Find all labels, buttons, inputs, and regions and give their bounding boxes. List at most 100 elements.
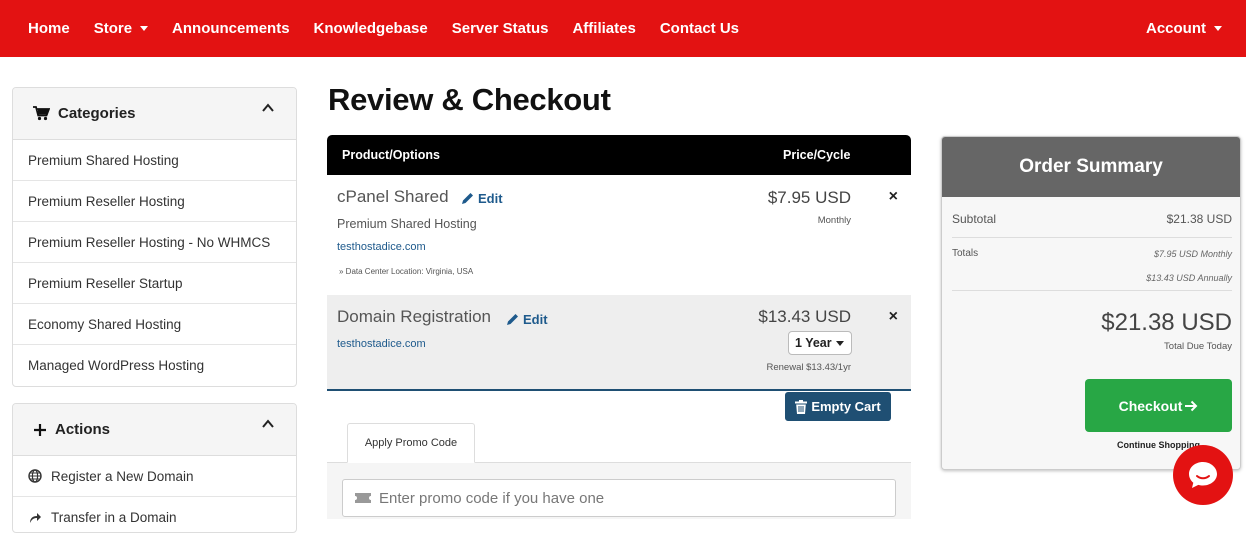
actions-panel: Actions Register a New Domain Transfer i…: [12, 403, 297, 533]
pencil-icon: [462, 193, 473, 204]
nav-account[interactable]: Account: [1146, 20, 1222, 37]
total-due-amount: $21.38 USD: [1101, 309, 1232, 336]
edit-label: Edit: [523, 312, 548, 327]
sidebar-item-label: Premium Shared Hosting: [28, 152, 179, 168]
nav-affiliates[interactable]: Affiliates: [572, 20, 635, 37]
sidebar-item-premium-reseller-hosting[interactable]: Premium Reseller Hosting: [13, 181, 296, 222]
checkout-button[interactable]: Checkout: [1085, 379, 1232, 432]
top-navbar: Home Store Announcements Knowledgebase S…: [0, 0, 1246, 57]
summary-divider: [952, 237, 1232, 238]
product-name: cPanel Shared: [337, 187, 449, 206]
cart-item-row: Domain Registration Edit testhostadice.c…: [327, 295, 911, 391]
nav-store-label: Store: [93, 20, 133, 37]
sidebar-item-transfer-domain[interactable]: Transfer in a Domain: [13, 497, 296, 532]
nav-announcements-label: Announcements: [172, 20, 290, 37]
nav-knowledgebase[interactable]: Knowledgebase: [314, 20, 428, 37]
header-product-options: Product/Options: [342, 148, 440, 162]
sidebar-item-label: Managed WordPress Hosting: [28, 358, 205, 373]
chevron-down-icon: [1214, 26, 1222, 31]
totals-monthly: $7.95 USD Monthly: [1153, 249, 1232, 259]
categories-panel-header[interactable]: Categories: [13, 88, 296, 140]
nav-account-label: Account: [1146, 20, 1206, 37]
ticket-icon: [355, 493, 371, 503]
nav-server-status-label: Server Status: [451, 20, 549, 37]
nav-server-status[interactable]: Server Status: [452, 20, 549, 37]
edit-button[interactable]: Edit: [461, 191, 503, 206]
nav-links: Home Store Announcements Knowledgebase S…: [0, 20, 763, 37]
empty-cart-label: Empty Cart: [811, 399, 881, 414]
pencil-icon: [507, 314, 518, 325]
sidebar-item-premium-reseller-startup[interactable]: Premium Reseller Startup: [13, 263, 296, 304]
sidebar-item-managed-wordpress-hosting[interactable]: Managed WordPress Hosting: [13, 345, 296, 386]
edit-button[interactable]: Edit: [506, 312, 548, 327]
summary-divider: [952, 290, 1232, 291]
tab-apply-promo-code[interactable]: Apply Promo Code: [347, 423, 475, 463]
subtotal-value: $21.38 USD: [1166, 212, 1232, 226]
page-title: Review & Checkout: [328, 82, 611, 117]
order-summary-body: Subtotal $21.38 USD Totals $7.95 USD Mon…: [942, 197, 1240, 469]
remove-item-button[interactable]: ×: [889, 308, 898, 326]
chat-widget-button[interactable]: [1173, 445, 1233, 505]
nav-account-area: Account: [1146, 0, 1222, 57]
edit-label: Edit: [478, 191, 503, 206]
product-price: $13.43 USD: [758, 307, 851, 326]
promo-code-input[interactable]: Enter promo code if you have one: [342, 479, 896, 517]
nav-contact-label: Contact Us: [659, 20, 740, 37]
product-name: Domain Registration: [337, 307, 492, 326]
order-summary: Order Summary Subtotal $21.38 USD Totals…: [941, 136, 1241, 470]
nav-store[interactable]: Store: [93, 20, 149, 37]
product-domain: testhostadice.com: [337, 338, 426, 350]
nav-contact-us[interactable]: Contact Us: [660, 20, 739, 37]
product-group: Premium Shared Hosting: [337, 217, 477, 231]
sidebar-item-premium-shared-hosting[interactable]: Premium Shared Hosting: [13, 140, 296, 181]
categories-title: Categories: [58, 105, 136, 122]
product-config-note: » Data Center Location: Virginia, USA: [339, 267, 474, 276]
sidebar-item-economy-shared-hosting[interactable]: Economy Shared Hosting: [13, 304, 296, 345]
empty-cart-button[interactable]: Empty Cart: [785, 392, 891, 421]
promo-code-placeholder: Enter promo code if you have one: [379, 489, 605, 507]
chevron-up-icon[interactable]: [262, 102, 274, 114]
actions-panel-header[interactable]: Actions: [13, 404, 296, 456]
plus-icon: [34, 423, 46, 436]
sidebar-item-label: Premium Reseller Hosting: [28, 193, 185, 209]
product-price: $7.95 USD: [767, 188, 851, 207]
totals-annually: $13.43 USD Annually: [1146, 273, 1232, 283]
header-price-cycle: Price/Cycle: [783, 148, 851, 162]
tab-label: Apply Promo Code: [364, 437, 458, 449]
trash-icon: [795, 399, 808, 414]
sidebar-item-label: Premium Reseller Startup: [28, 275, 183, 291]
renewal-price: Renewal $13.43/1yr: [766, 362, 852, 373]
actions-title: Actions: [55, 421, 111, 438]
sidebar-item-label: Economy Shared Hosting: [28, 316, 182, 332]
total-due-label: Total Due Today: [1164, 341, 1232, 352]
nav-home-label: Home: [28, 20, 70, 37]
nav-announcements[interactable]: Announcements: [172, 20, 290, 37]
cart-table-header: Product/Options Price/Cycle: [327, 135, 911, 175]
arrow-right-icon: [1185, 400, 1198, 411]
chevron-up-icon[interactable]: [262, 418, 274, 430]
order-summary-title: Order Summary: [942, 137, 1240, 197]
product-cycle: Monthly: [817, 215, 851, 226]
chevron-down-icon: [140, 26, 149, 31]
chat-bubble-icon: [1189, 462, 1217, 488]
chevron-down-icon: [836, 341, 844, 346]
registration-period-value: 1 Year: [795, 336, 832, 350]
share-icon: [30, 512, 41, 523]
nav-knowledgebase-label: Knowledgebase: [313, 20, 428, 37]
sidebar-item-premium-reseller-no-whmcs[interactable]: Premium Reseller Hosting - No WHMCS: [13, 222, 296, 263]
cart-table: Product/Options Price/Cycle cPanel Share…: [327, 135, 911, 391]
categories-panel: Categories Premium Shared Hosting Premiu…: [12, 87, 297, 387]
sidebar-item-label: Premium Reseller Hosting - No WHMCS: [28, 234, 271, 250]
sidebar-item-label: Transfer in a Domain: [51, 510, 177, 525]
checkout-label: Checkout: [1118, 397, 1183, 414]
registration-period-select[interactable]: 1 Year: [788, 331, 852, 355]
sidebar-item-label: Register a New Domain: [51, 468, 194, 484]
cart-icon: [33, 106, 50, 121]
nav-home[interactable]: Home: [28, 20, 70, 37]
globe-icon: [28, 469, 42, 483]
remove-item-button[interactable]: ×: [889, 188, 898, 206]
product-domain: testhostadice.com: [337, 241, 426, 253]
cart-item-row: cPanel Shared Edit Premium Shared Hostin…: [327, 175, 911, 295]
nav-affiliates-label: Affiliates: [572, 20, 636, 37]
sidebar-item-register-domain[interactable]: Register a New Domain: [13, 456, 296, 497]
